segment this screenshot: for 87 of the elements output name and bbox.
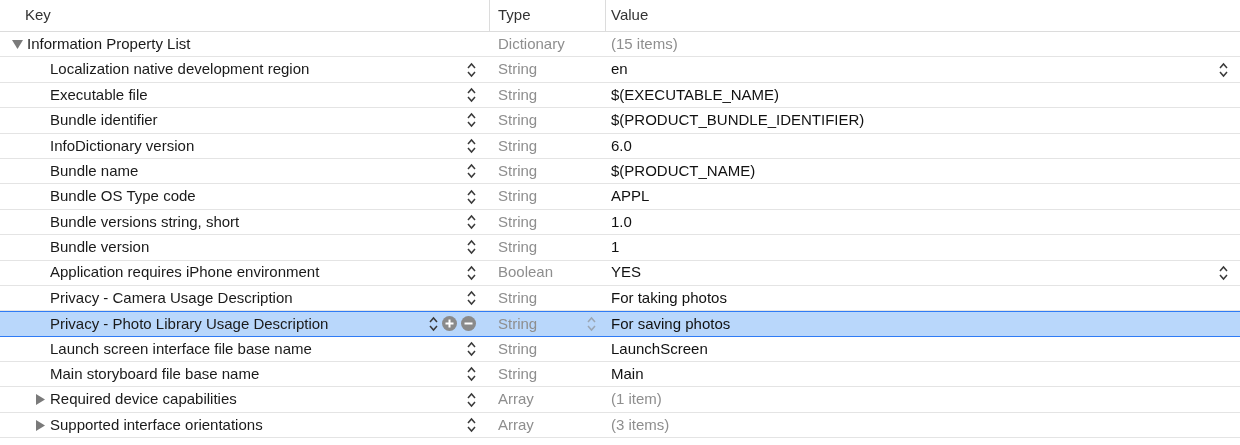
key-cell-text: Application requires iPhone environment (50, 262, 320, 283)
value-cell-text: LaunchScreen (611, 338, 708, 359)
table-row[interactable]: Bundle identifier String $(PRODUCT_BUNDLE_IDENTIFIER) (0, 108, 1240, 134)
type-cell-text: String (498, 135, 538, 156)
disclosure-triangle-icon[interactable] (35, 419, 46, 431)
key-cell-text: Bundle version (50, 237, 150, 258)
key-cell-text: Bundle name (50, 160, 139, 181)
type-cell-text: String (498, 237, 538, 258)
selected-row[interactable]: Privacy - Photo Library Usage Description String For saving photos (0, 311, 1240, 337)
table-row[interactable]: Localization native development region String en (0, 57, 1240, 83)
key-cell-text: Privacy - Photo Library Usage Description (50, 313, 329, 334)
disclosure-triangle-icon[interactable] (35, 394, 46, 406)
stepper-icon[interactable] (467, 86, 476, 103)
stepper-icon[interactable] (467, 340, 476, 357)
table-row[interactable]: InfoDictionary version String 6.0 (0, 133, 1240, 159)
value-cell-text: 1 (611, 237, 620, 258)
stepper-icon[interactable] (467, 137, 476, 154)
table-row[interactable]: Supported interface orientations Array (3 items) (0, 412, 1240, 439)
value-cell-text: (1 item) (611, 389, 662, 410)
key-cell-text: InfoDictionary version (50, 135, 195, 156)
type-cell-text: String (498, 338, 538, 359)
stepper-icon[interactable] (467, 391, 476, 408)
stepper-icon[interactable] (467, 264, 476, 281)
disclosure-triangle-icon[interactable] (12, 38, 23, 50)
value-cell-text: 1.0 (611, 211, 632, 232)
stepper-icon[interactable] (467, 213, 476, 230)
value-cell-text: Main (611, 364, 644, 384)
value-cell-text: APPL (611, 186, 650, 207)
column-header[interactable]: Key (25, 4, 51, 27)
column-header[interactable]: Value (611, 4, 649, 27)
table-row[interactable]: Bundle versions string, short String 1.0 (0, 209, 1240, 236)
value-cell-text: $(PRODUCT_BUNDLE_IDENTIFIER) (611, 110, 865, 131)
type-cell-text: Array (498, 414, 534, 435)
type-cell-text: String (498, 313, 538, 334)
column-header[interactable]: Type (498, 4, 531, 27)
key-cell-text: Bundle OS Type code (50, 186, 196, 207)
key-cell-text: Information Property List (27, 33, 191, 54)
value-cell-text: $(PRODUCT_NAME) (611, 160, 756, 181)
value-cell-text: For saving photos (611, 313, 731, 334)
key-cell-text: Required device capabilities (50, 389, 237, 410)
popup-stepper-icon[interactable] (1219, 264, 1228, 281)
type-cell-text: Array (498, 389, 534, 410)
key-cell-text: Supported interface orientations (50, 414, 263, 435)
type-cell-text: Boolean (498, 262, 554, 283)
type-cell-text: String (498, 84, 538, 105)
stepper-icon[interactable] (467, 112, 476, 129)
table-row[interactable]: Main storyboard file base name String Main (0, 362, 1240, 388)
remove-icon[interactable] (461, 316, 476, 332)
type-cell-text: String (498, 110, 538, 131)
key-cell-text: Bundle versions string, short (50, 211, 240, 232)
type-cell-text: String (498, 160, 538, 181)
table-row[interactable]: Application requires iPhone environment Boolean YES (0, 260, 1240, 286)
value-cell-text: 6.0 (611, 135, 632, 156)
popup-stepper-icon[interactable] (1219, 61, 1228, 78)
key-cell-text: Localization native development region (50, 59, 310, 80)
type-cell: Dictionary (498, 34, 565, 52)
value-cell-text: YES (611, 262, 641, 283)
stepper-icon[interactable] (467, 290, 476, 307)
table-row[interactable]: Executable file String $(EXECUTABLE_NAME) (0, 82, 1240, 109)
key-cell-text: Main storyboard file base name (50, 364, 260, 384)
add-icon[interactable] (442, 316, 457, 332)
type-cell-text: String (498, 364, 538, 384)
type-cell-text: String (498, 59, 538, 80)
type-cell-text: String (498, 186, 538, 207)
key-cell-text: Executable file (50, 84, 148, 105)
stepper-icon[interactable] (429, 316, 438, 332)
value-cell-text: For taking photos (611, 287, 727, 308)
key-cell-text: Bundle identifier (50, 110, 158, 131)
stepper-icon[interactable] (467, 366, 476, 383)
type-cell-text: String (498, 287, 538, 308)
stepper-icon[interactable] (467, 61, 476, 78)
table-row[interactable]: Bundle OS Type code String APPL (0, 184, 1240, 210)
stepper-icon[interactable] (467, 239, 476, 256)
table-row[interactable]: Bundle version String 1 (0, 235, 1240, 261)
key-cell-text: Launch screen interface file base name (50, 338, 312, 359)
key-cell-text: Privacy - Camera Usage Description (50, 287, 293, 308)
table-row[interactable]: Required device capabilities Array (1 item) (0, 387, 1240, 413)
stepper-icon[interactable] (467, 417, 476, 434)
value-cell-text: en (611, 59, 628, 80)
type-cell-text: String (498, 211, 538, 232)
value-cell: (15 items) (611, 34, 678, 52)
stepper-icon[interactable] (467, 188, 476, 205)
value-cell-text: $(EXECUTABLE_NAME) (611, 84, 780, 105)
value-cell-text: (3 items) (611, 414, 670, 435)
stepper-icon[interactable] (467, 163, 476, 180)
table-row[interactable]: Bundle name String $(PRODUCT_NAME) (0, 158, 1240, 185)
table-row[interactable]: Launch screen interface file base name String LaunchScreen (0, 336, 1240, 363)
